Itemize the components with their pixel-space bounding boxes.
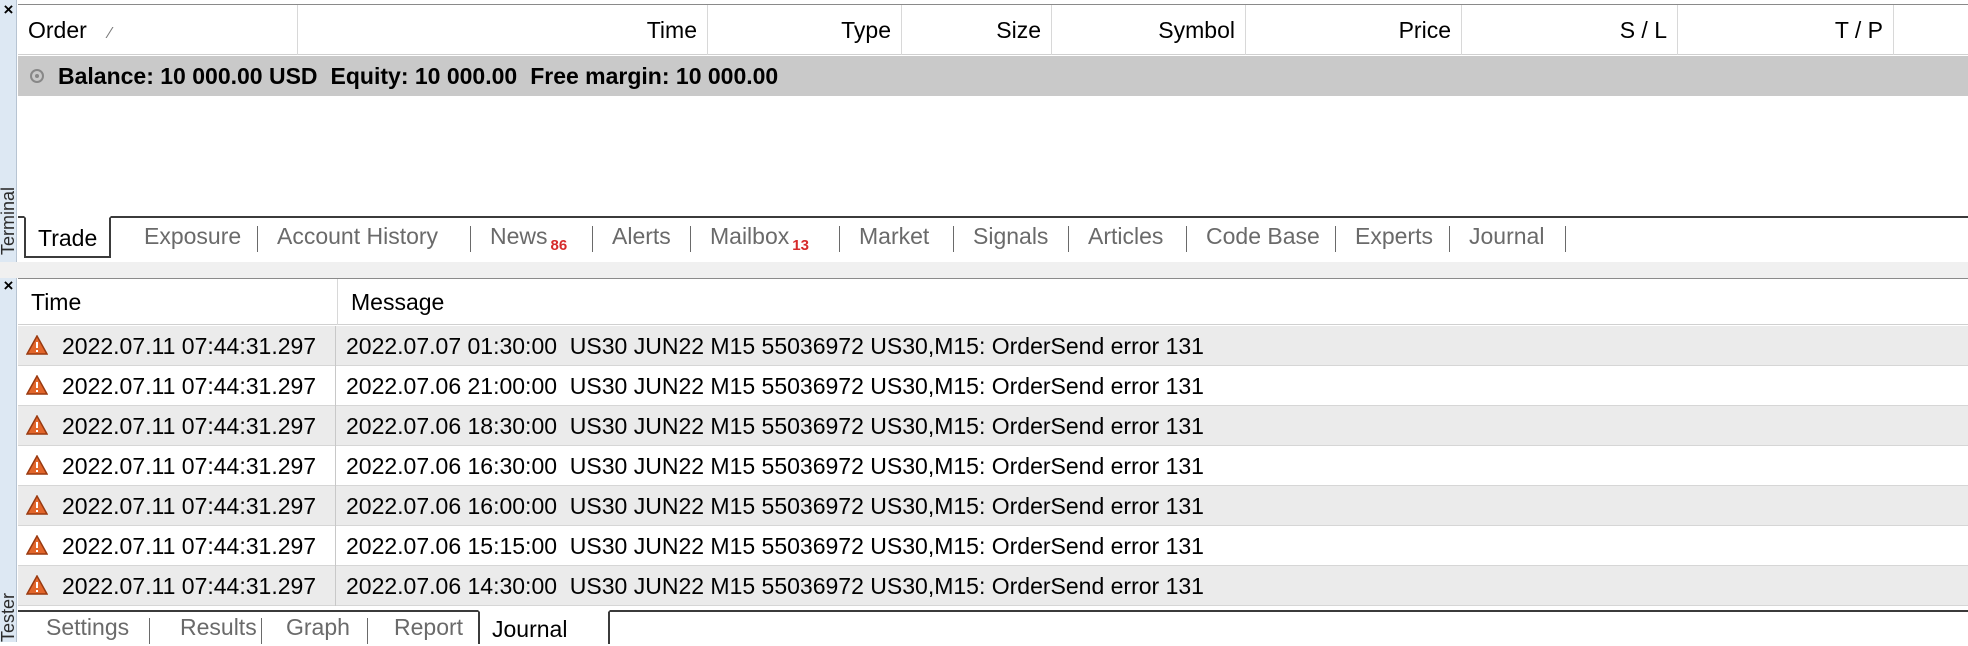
column-tp[interactable]: T / P [1678,5,1894,55]
tester-close-icon[interactable]: × [0,277,17,294]
tab-journal[interactable]: Journal [478,610,610,644]
warning-icon [26,374,48,395]
row-message: 2022.07.06 14:30:00 US30 JUN22 M15 55036… [346,573,1204,599]
row-time: 2022.07.11 07:44:31.297 [62,453,317,479]
warning-icon [26,494,48,515]
tab-signals[interactable]: Signals [961,216,1060,256]
tab-separator [1565,226,1566,252]
column-order[interactable]: Order ⁄ [18,5,298,55]
tab-separator [1186,226,1187,252]
row-time: 2022.07.11 07:44:31.297 [62,493,317,519]
tab-alerts[interactable]: Alerts [600,216,683,256]
row-time: 2022.07.11 07:44:31.297 [62,413,317,439]
panel-splitter[interactable] [0,262,1968,278]
equity-value: Equity: 10 000.00 [330,63,518,89]
column-time[interactable]: Time [18,279,338,325]
warning-icon [26,534,48,555]
time-cell: 2022.07.11 07:44:31.297 [18,566,336,606]
tab-separator [257,226,258,252]
time-cell: 2022.07.11 07:44:31.297 [18,446,336,486]
tab-separator [261,618,262,644]
tab-articles[interactable]: Articles [1076,216,1175,256]
tab-separator [1335,226,1336,252]
time-cell: 2022.07.11 07:44:31.297 [18,526,336,566]
column-message[interactable]: Message [338,279,1968,325]
free-margin-value: Free margin: 10 000.00 [530,63,779,89]
tab-separator [470,226,471,252]
tester-tabbar: Settings Results Graph Report Journal [18,610,1968,644]
row-time: 2022.07.11 07:44:31.297 [62,573,317,599]
balance-bullet-icon [30,68,44,83]
column-symbol[interactable]: Symbol [1052,5,1246,55]
time-cell: 2022.07.11 07:44:31.297 [18,366,336,406]
row-message: 2022.07.06 15:15:00 US30 JUN22 M15 55036… [346,533,1204,559]
journal-table-header: Time Message [18,279,1968,325]
news-count-badge: 86 [550,237,568,254]
table-row[interactable]: 2022.07.11 07:44:31.297 2022.07.06 16:30:… [18,446,1968,486]
tab-mailbox[interactable]: Mailbox 13 [698,216,821,256]
tab-separator [367,618,368,644]
table-row[interactable]: 2022.07.11 07:44:31.297 2022.07.06 18:30:… [18,406,1968,446]
row-time: 2022.07.11 07:44:31.297 [62,333,317,359]
tab-news[interactable]: News 86 [478,216,579,256]
row-message: 2022.07.06 18:30:00 US30 JUN22 M15 55036… [346,413,1204,439]
warning-icon [26,334,48,355]
tab-separator [1449,226,1450,252]
tab-separator [839,226,840,252]
tab-journal[interactable]: Journal [1457,216,1556,256]
tab-exposure[interactable]: Exposure [132,216,253,256]
warning-icon [26,454,48,475]
terminal-tabbar: Trade Exposure Account History News 86 Al… [18,216,1968,260]
row-time: 2022.07.11 07:44:31.297 [62,373,317,399]
row-message: 2022.07.06 21:00:00 US30 JUN22 M15 55036… [346,373,1204,399]
time-cell: 2022.07.11 07:44:31.297 [18,326,336,366]
table-row[interactable]: 2022.07.11 07:44:31.297 2022.07.06 16:00:… [18,486,1968,526]
journal-rows: 2022.07.11 07:44:31.297 2022.07.07 01:30:… [18,326,1968,606]
tab-separator [149,618,150,644]
warning-icon [26,414,48,435]
time-cell: 2022.07.11 07:44:31.297 [18,406,336,446]
tester-journal-panel: Time Message 2022.07.11 07:44:31.297 2022… [18,278,1968,608]
terminal-side-label: Terminal [0,186,17,255]
balance-row[interactable]: Balance: 10 000.00 USD Equity: 10 000.00 F… [18,56,1968,96]
tester-side-label: Tester [0,592,17,642]
tab-separator [1068,226,1069,252]
row-time: 2022.07.11 07:44:31.297 [62,533,317,559]
row-message: 2022.07.07 01:30:00 US30 JUN22 M15 55036… [346,333,1204,359]
table-row[interactable]: 2022.07.11 07:44:31.297 2022.07.07 01:30:… [18,326,1968,366]
tab-separator [953,226,954,252]
mailbox-count-badge: 13 [792,237,809,254]
tab-report[interactable]: Report [382,610,475,644]
tab-news-label: News [490,223,548,249]
tab-separator [592,226,593,252]
tab-graph[interactable]: Graph [274,610,362,644]
tab-code-base[interactable]: Code Base [1194,216,1332,256]
terminal-close-icon[interactable]: × [0,1,17,18]
table-row[interactable]: 2022.07.11 07:44:31.297 2022.07.06 15:15:… [18,526,1968,566]
tab-separator [690,226,691,252]
row-message: 2022.07.06 16:30:00 US30 JUN22 M15 55036… [346,453,1204,479]
column-type[interactable]: Type [708,5,902,55]
balance-value: Balance: 10 000.00 USD [58,63,318,89]
tab-mailbox-label: Mailbox [710,223,790,249]
table-row[interactable]: 2022.07.11 07:44:31.297 2022.07.06 14:30:… [18,566,1968,606]
row-message: 2022.07.06 16:00:00 US30 JUN22 M15 55036… [346,493,1204,519]
column-order-label: Order [28,17,87,43]
column-sl[interactable]: S / L [1462,5,1678,55]
warning-icon [26,574,48,595]
tab-settings[interactable]: Settings [34,610,141,644]
trade-table-header: Order ⁄ Time Type Size Symbol Price S / L… [18,5,1968,55]
column-price[interactable]: Price [1246,5,1462,55]
column-size[interactable]: Size [902,5,1052,55]
tab-market[interactable]: Market [847,216,941,256]
tab-experts[interactable]: Experts [1343,216,1445,256]
tab-account-history[interactable]: Account History [265,216,450,256]
tab-results[interactable]: Results [168,610,269,644]
table-row[interactable]: 2022.07.11 07:44:31.297 2022.07.06 21:00:… [18,366,1968,406]
sort-icon: ⁄ [108,25,112,42]
tab-trade[interactable]: Trade [24,216,112,258]
time-cell: 2022.07.11 07:44:31.297 [18,486,336,526]
column-time[interactable]: Time [298,5,708,55]
